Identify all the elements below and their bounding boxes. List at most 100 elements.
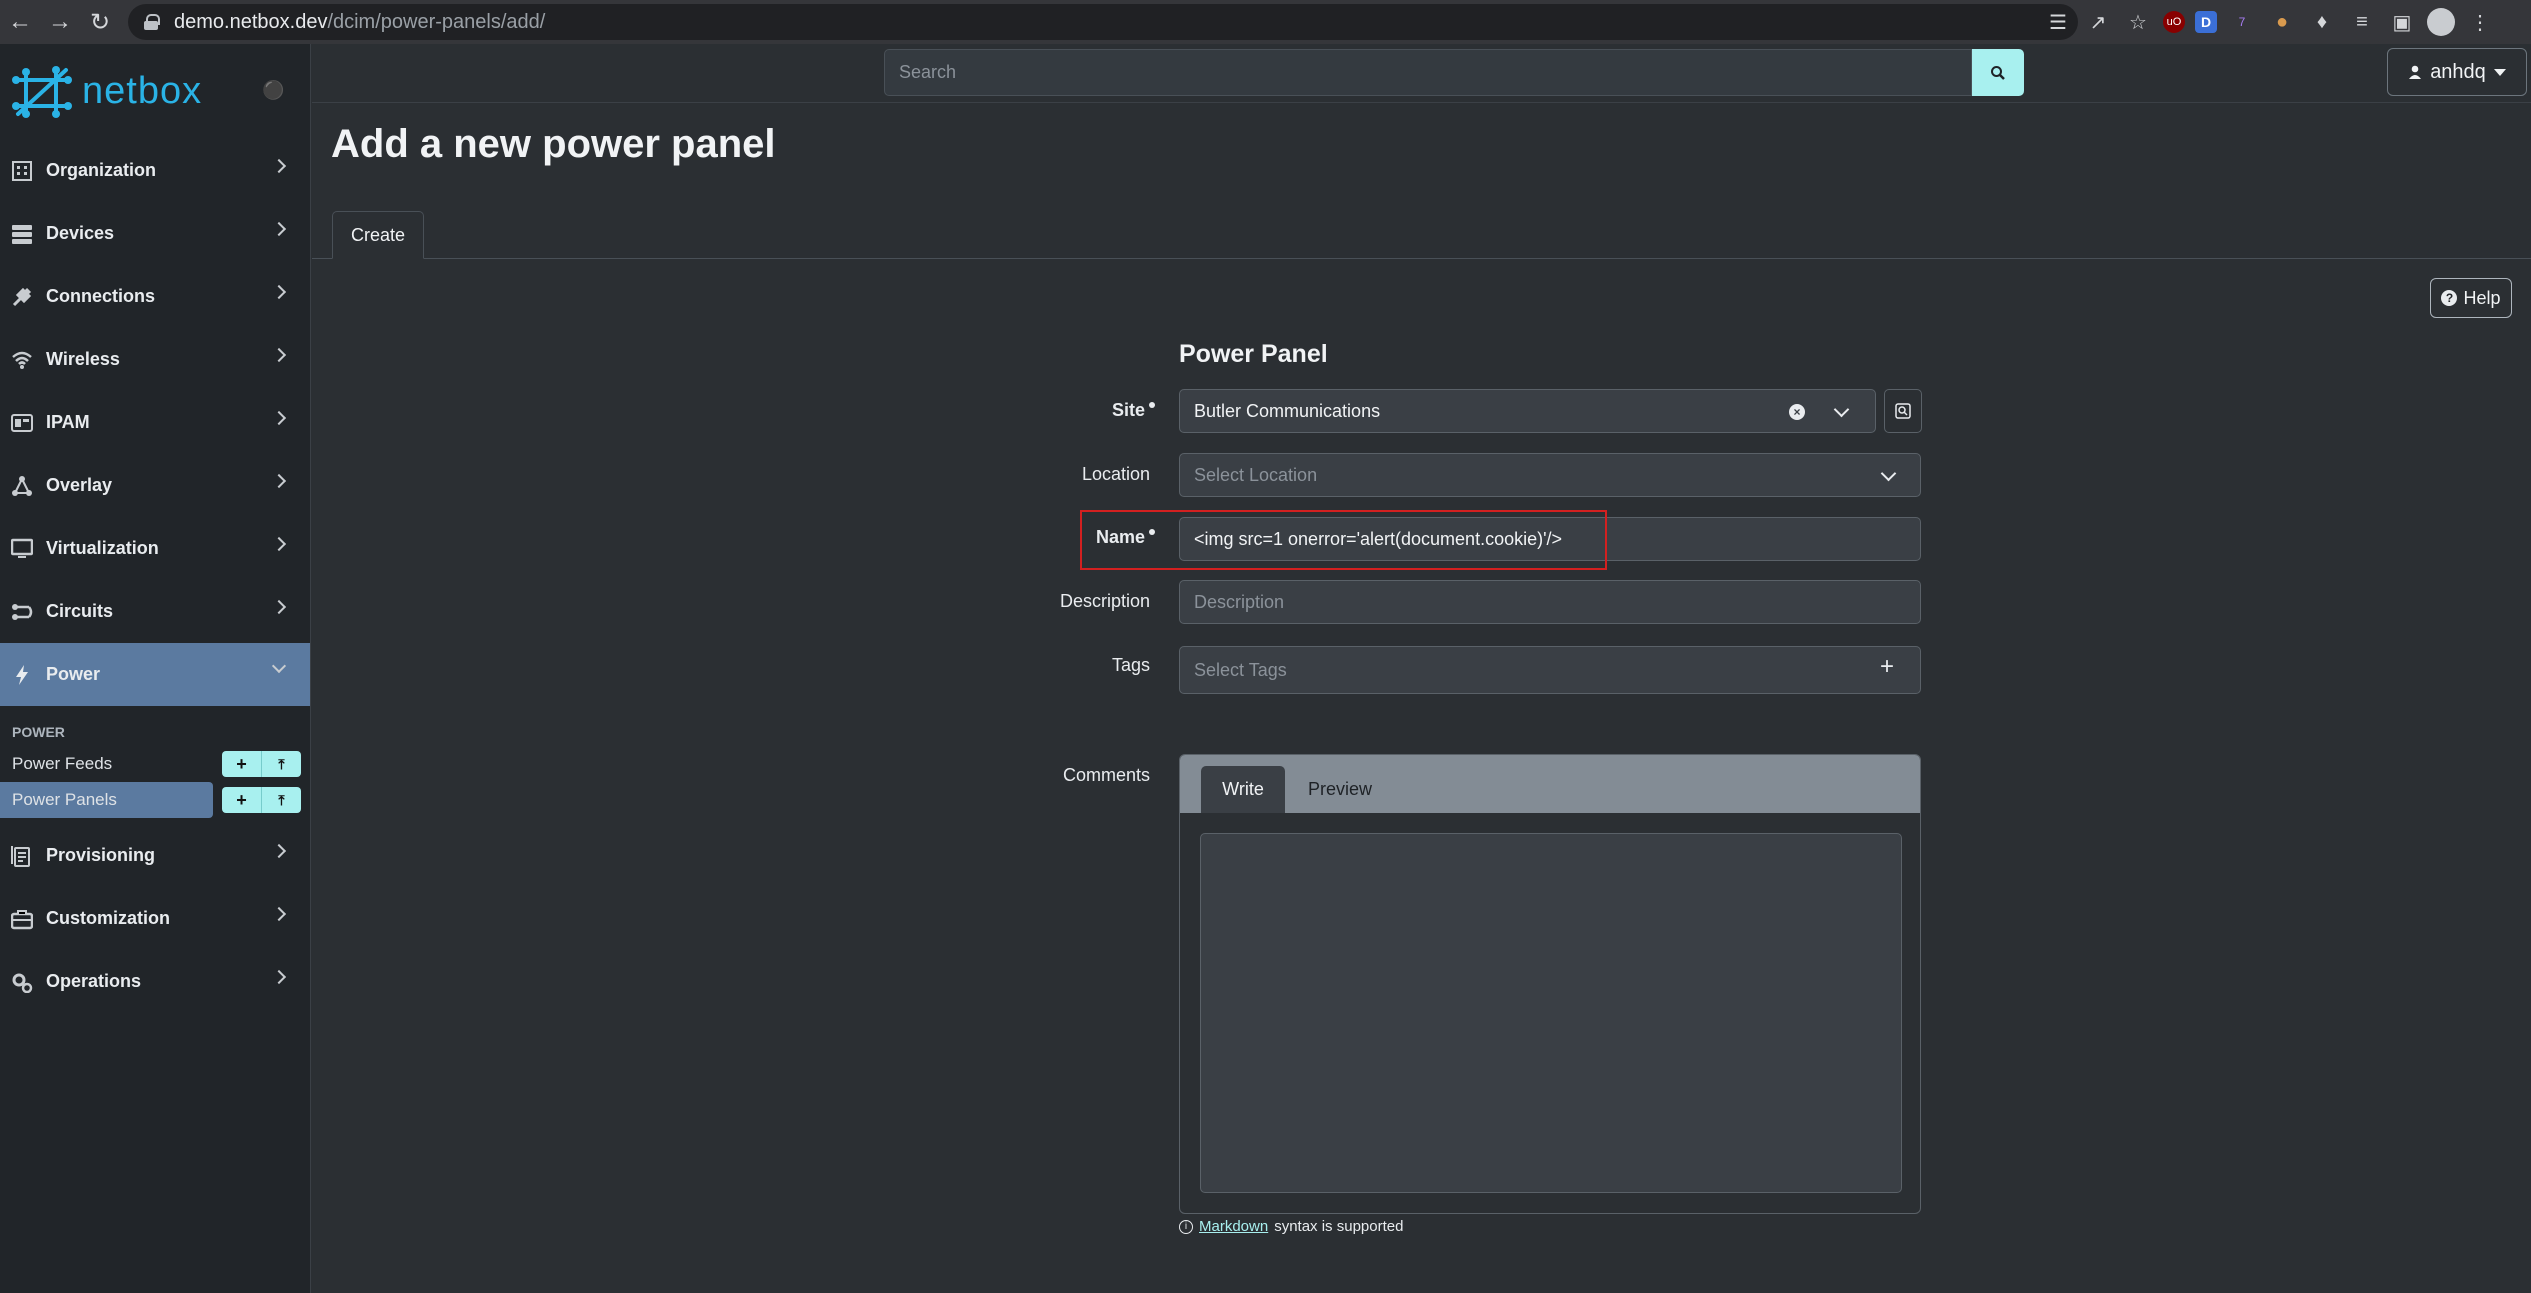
bookmark-star-icon[interactable]: ☆ <box>2123 7 2153 37</box>
comments-textarea[interactable] <box>1200 833 1902 1193</box>
forward-icon[interactable]: → <box>40 2 80 42</box>
share-icon[interactable]: ↗ <box>2083 7 2113 37</box>
user-icon <box>2409 65 2422 79</box>
comments-tabs: Write Preview <box>1180 755 1920 813</box>
chevron-right-icon <box>271 599 287 615</box>
sidebar-item-connections[interactable]: Connections <box>0 265 310 328</box>
chevron-right-icon <box>271 158 287 174</box>
wifi-icon <box>10 348 34 372</box>
comments-label: Comments <box>1062 765 1150 785</box>
search-input[interactable]: Search <box>884 49 1972 96</box>
sidebar-item-label: Overlay <box>46 475 113 495</box>
plus-icon[interactable]: + <box>1880 653 1894 681</box>
monitor-icon <box>10 537 34 561</box>
toolbox-icon <box>10 907 34 931</box>
question-circle-icon: ? <box>2441 290 2458 306</box>
chevron-down-icon <box>271 658 287 674</box>
sidebar-subitem-power-panels[interactable]: Power Panels + ⤒ <box>0 782 301 818</box>
site-value: Butler Communications <box>1194 400 1381 421</box>
chevron-down-icon[interactable] <box>1833 401 1850 418</box>
lock-icon <box>144 14 160 30</box>
power-group-heading: POWER <box>12 724 65 740</box>
help-label: Help <box>2463 287 2501 308</box>
clear-icon[interactable]: × <box>1789 404 1805 420</box>
playlist-icon[interactable]: ≡ <box>2347 7 2377 37</box>
sidebar-item-devices[interactable]: Devices <box>0 202 310 265</box>
markdown-suffix: syntax is supported <box>1274 1218 1404 1235</box>
import-power-feed-upload-icon[interactable]: ⤒ <box>262 751 301 777</box>
sidebar: netbox ⚫ Organization Devices Connection… <box>0 44 311 1293</box>
back-icon[interactable]: ← <box>0 2 40 42</box>
sidebar-item-label: Wireless <box>46 349 120 369</box>
d-extension-icon[interactable]: D <box>2195 11 2217 33</box>
sidebar-item-operations[interactable]: Operations <box>0 950 310 1013</box>
sidebar-item-label: Power <box>46 664 101 684</box>
tags-select[interactable]: Select Tags + <box>1179 646 1921 694</box>
sidebar-subitem-power-feeds[interactable]: Power Feeds + ⤒ <box>0 746 310 782</box>
sidebar-item-virtualization[interactable]: Virtualization <box>0 517 310 580</box>
site-select[interactable]: Butler Communications × <box>1179 389 1876 433</box>
markdown-link[interactable]: Markdown <box>1199 1218 1268 1235</box>
plug-icon <box>10 285 34 309</box>
puzzle-icon[interactable]: ♦ <box>2307 7 2337 37</box>
ip-network-icon <box>10 411 34 435</box>
import-power-panel-upload-icon[interactable]: ⤒ <box>262 787 301 813</box>
chevron-right-icon <box>271 221 287 237</box>
site-label: Site <box>935 400 1155 421</box>
description-placeholder: Description <box>1194 591 1285 612</box>
sidebar-item-organization[interactable]: Organization <box>0 139 310 202</box>
document-icon <box>10 844 34 868</box>
location-label: Location <box>1081 464 1150 484</box>
search-button[interactable] <box>1972 49 2024 96</box>
add-power-feed-plus-icon[interactable]: + <box>222 751 262 777</box>
sidebar-item-ipam[interactable]: IPAM <box>0 391 310 454</box>
sidebar-item-label: Devices <box>46 223 115 243</box>
reload-icon[interactable]: ↻ <box>80 2 120 42</box>
lightning-icon <box>10 663 34 687</box>
chevron-right-icon <box>271 473 287 489</box>
site-selector-button[interactable] <box>1884 389 1922 433</box>
building-icon <box>10 159 34 183</box>
pin-icon[interactable]: ⚫ <box>262 80 284 101</box>
address-bar[interactable]: demo.netbox.dev/dcim/power-panels/add/ <box>128 4 2078 40</box>
sidebar-item-label: Customization <box>46 908 170 928</box>
brand[interactable]: netbox ⚫ <box>0 44 310 139</box>
sidebar-item-customization[interactable]: Customization <box>0 887 310 950</box>
tags-placeholder: Select Tags <box>1194 659 1287 680</box>
sidebar-item-label: Organization <box>46 160 157 180</box>
netbox-logo-icon <box>12 65 72 118</box>
sidebar-item-provisioning[interactable]: Provisioning <box>0 824 310 887</box>
sidebar-item-overlay[interactable]: Overlay <box>0 454 310 517</box>
sidebar-item-label: IPAM <box>46 412 90 432</box>
sidebar-item-circuits[interactable]: Circuits <box>0 580 310 643</box>
add-power-panel-plus-icon[interactable]: + <box>222 787 262 813</box>
highlight-annotation <box>1080 510 1607 570</box>
description-input[interactable]: Description <box>1179 580 1921 624</box>
extension-badge-icon[interactable]: 7 <box>2227 7 2257 37</box>
location-select[interactable]: Select Location <box>1179 453 1921 497</box>
sidepanel-icon[interactable]: ▣ <box>2387 7 2417 37</box>
circuit-icon <box>10 600 34 624</box>
tab-write[interactable]: Write <box>1201 766 1285 813</box>
tab-preview[interactable]: Preview <box>1300 766 1380 813</box>
description-label: Description <box>1059 591 1150 611</box>
ublock-extension-icon[interactable]: uO <box>2163 11 2185 33</box>
top-navbar: Search anhdq <box>312 44 2531 103</box>
translate-icon[interactable]: ☰ <box>2043 7 2073 37</box>
cookie-extension-icon[interactable]: ● <box>2267 7 2297 37</box>
info-icon: i <box>1179 1219 1193 1234</box>
sidebar-item-wireless[interactable]: Wireless <box>0 328 310 391</box>
help-button[interactable]: ? Help <box>2430 278 2512 318</box>
required-dot-icon <box>1149 402 1155 408</box>
graph-icon <box>10 474 34 498</box>
chevron-down-icon[interactable] <box>1880 465 1897 482</box>
chevron-right-icon <box>271 906 287 922</box>
power-feeds-actions: + ⤒ <box>222 751 301 777</box>
sidebar-item-label: Connections <box>46 286 156 306</box>
profile-avatar[interactable] <box>2427 8 2455 36</box>
user-menu-button[interactable]: anhdq <box>2387 48 2527 96</box>
sidebar-item-power[interactable]: Power <box>0 643 310 706</box>
chevron-right-icon <box>271 284 287 300</box>
menu-kebab-icon[interactable]: ⋮ <box>2465 7 2495 37</box>
tab-create[interactable]: Create <box>332 211 424 259</box>
